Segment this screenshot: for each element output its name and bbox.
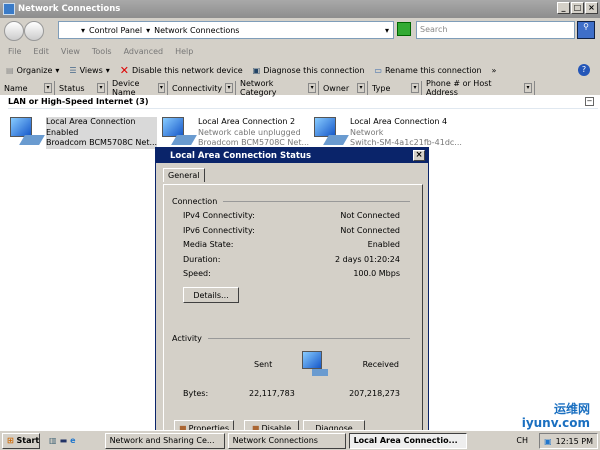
connection-status: Network cable unplugged [198,127,301,137]
activity-computers-icon [302,351,328,376]
toolbar: ▤ Organize ▾ ☰ Views ▾ ✕ Disable this netwo… [0,59,600,81]
powershell-icon[interactable]: ▬ [60,436,68,445]
menu-advanced[interactable]: Advanced [124,47,164,56]
crumb-network-connections[interactable]: Network Connections [154,26,239,35]
connection-name: Local Area Connection 2 [198,117,296,126]
connection-device: Broadcom BCM5708C Net... [46,138,158,147]
views-icon: ☰ [69,65,77,75]
network-adapter-icon [312,117,349,149]
activity-section: Activity [172,334,410,343]
red-x-icon: ✕ [119,63,129,77]
taskbar: ⊞ Start ▥ ▬ e Network and Sharing Ce... … [0,430,600,450]
network-folder-icon [3,3,15,15]
col-status[interactable]: Status ▾ [55,81,108,95]
dialog-title: Local Area Connection Status [170,150,312,161]
rename-icon: ▭ [374,65,382,75]
task-local-area-connection[interactable]: Local Area Connectio... [348,432,467,449]
title-bar: Network Connections _ □ × [0,0,600,18]
diagnose-label: Diagnose this connection [263,65,365,75]
connection-item[interactable]: Local Area Connection Enabled Broadcom BCM… [8,117,158,149]
language-indicator[interactable]: CH [516,436,528,445]
clock[interactable]: 12:15 PM [556,437,593,446]
collapse-group-button[interactable]: − [585,97,594,106]
diagnose-icon: ▣ [252,65,261,75]
watermark: 运维网 iyunv.com [521,402,590,430]
address-bar[interactable]: ▾ Control Panel ▾ Network Connections ▾ [58,21,394,39]
diagnose-button[interactable]: ▣ Diagnose this connection [253,66,365,75]
window-title: Network Connections [18,4,121,14]
forward-button[interactable] [24,20,44,41]
organize-button[interactable]: ▤ Organize ▾ [6,66,59,75]
close-button[interactable]: × [585,2,598,14]
connection-name: Local Area Connection [46,117,136,126]
dialog-close-button[interactable]: × [413,150,425,161]
col-connectivity[interactable]: Connectivity ▾ [168,81,236,95]
col-network-category[interactable]: Network Category ▾ [236,79,319,97]
connection-item[interactable]: Local Area Connection 2 Network cable unp… [160,117,309,149]
crumb-control-panel[interactable]: Control Panel [89,26,142,35]
network-tray-icon[interactable]: ▣ [544,437,552,446]
menu-bar: File Edit View Tools Advanced Help [0,43,600,59]
connection-name: Local Area Connection 4 [350,117,448,126]
rename-button[interactable]: ▭ Rename this connection [374,66,481,75]
col-phone-host[interactable]: Phone # or Host Address ▾ [422,79,535,97]
minimize-button[interactable]: _ [557,2,570,14]
connection-status: Network [350,127,384,137]
menu-help[interactable]: Help [175,47,193,56]
search-icon[interactable]: ⚲ [577,21,595,39]
media-state-row: Media State: Enabled [183,240,400,249]
task-network-connections[interactable]: Network Connections [227,432,346,449]
connection-section: Connection [172,197,410,206]
connection-item[interactable]: Local Area Connection 4 Network Switch-SM-… [312,117,462,149]
menu-view[interactable]: View [61,47,80,56]
group-header: LAN or High-Speed Internet (3) [8,95,598,109]
system-tray: ▣ 12:15 PM [539,433,598,449]
menu-tools[interactable]: Tools [92,47,112,56]
tab-general[interactable]: General [163,168,205,182]
organize-label: Organize [16,65,53,75]
refresh-icon[interactable] [397,22,411,36]
duration-row: Duration: 2 days 01:20:24 [183,255,400,264]
help-icon[interactable]: ? [578,64,590,76]
col-owner[interactable]: Owner ▾ [319,81,368,95]
network-adapter-icon [8,117,45,149]
back-button[interactable] [4,20,24,41]
maximize-button[interactable]: □ [571,2,584,14]
address-row: ▾ Control Panel ▾ Network Connections ▾ Sear… [0,18,600,43]
rename-label: Rename this connection [384,65,482,75]
details-button[interactable]: Details... [183,287,239,303]
server-manager-icon[interactable]: ▥ [49,436,57,445]
column-headers: Name ▾ Status ▾ Device Name ▾ Connectivity ▾… [0,79,600,97]
bytes-row: Bytes: 22,117,783 207,218,273 [183,389,400,398]
dialog-title-bar: Local Area Connection Status × [156,148,428,163]
more-button[interactable]: » [492,66,497,75]
task-network-sharing[interactable]: Network and Sharing Ce... [104,432,225,449]
connection-status: Enabled [46,127,79,137]
search-input[interactable]: Search [416,21,575,39]
col-type[interactable]: Type ▾ [368,81,422,95]
col-name[interactable]: Name ▾ [0,81,55,95]
ie-icon[interactable]: e [70,436,75,445]
views-button[interactable]: ☰ Views ▾ [69,66,109,75]
menu-file[interactable]: File [8,47,21,56]
disable-label: Disable this network device [131,65,243,75]
ipv4-row: IPv4 Connectivity: Not Connected [183,211,400,220]
disable-device-button[interactable]: ✕ Disable this network device [120,64,243,77]
ipv6-row: IPv6 Connectivity: Not Connected [183,226,400,235]
tab-panel [163,184,423,444]
start-button[interactable]: ⊞ Start [2,432,40,449]
status-dialog: Local Area Connection Status × General Co… [155,147,429,444]
col-device-name[interactable]: Device Name ▾ [108,79,168,97]
network-adapter-icon [160,117,197,149]
views-label: Views [79,65,103,75]
speed-row: Speed: 100.0 Mbps [183,269,400,278]
organize-icon: ▤ [6,65,14,75]
menu-edit[interactable]: Edit [33,47,49,56]
